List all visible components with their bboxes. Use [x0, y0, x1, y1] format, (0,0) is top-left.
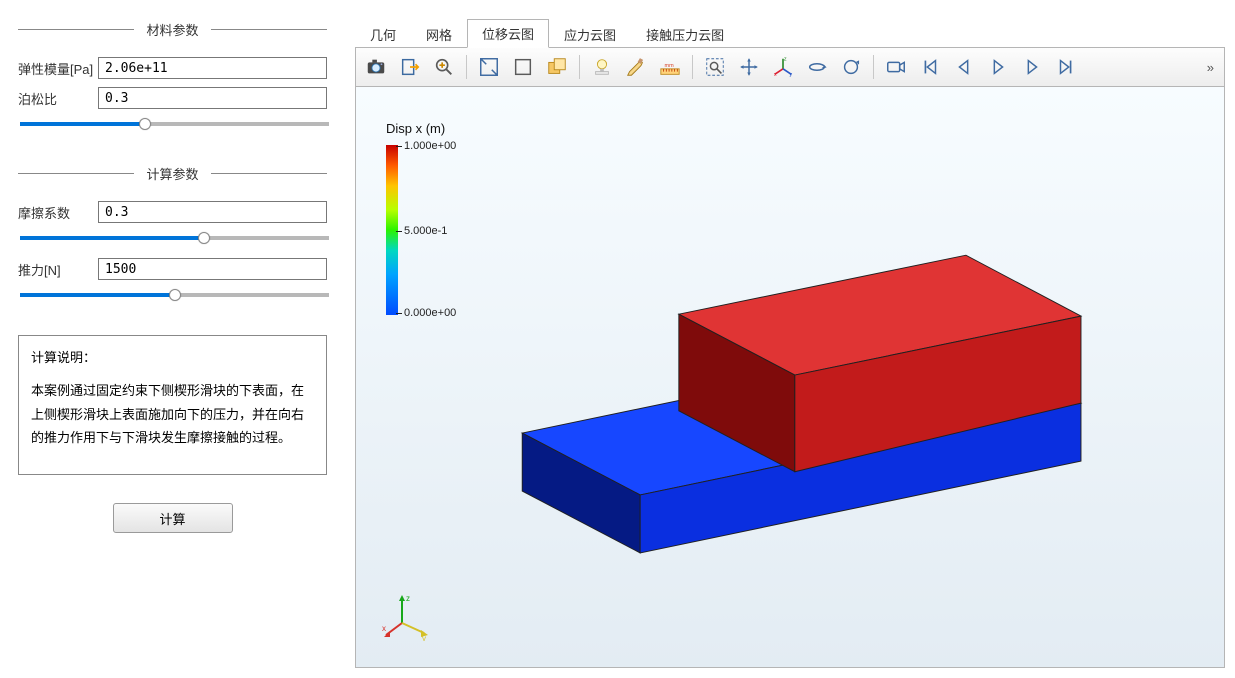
- poisson-slider[interactable]: [20, 117, 329, 131]
- multi-box-icon[interactable]: [541, 52, 573, 82]
- brush-icon[interactable]: [620, 52, 652, 82]
- force-label: 推力[N]: [18, 260, 98, 279]
- tab-contact-pressure[interactable]: 接触压力云图: [631, 20, 739, 48]
- friction-label: 摩擦系数: [18, 203, 98, 222]
- friction-slider[interactable]: [20, 231, 329, 245]
- skip-first-icon[interactable]: [914, 52, 946, 82]
- toolbar-divider: [873, 55, 874, 79]
- video-icon[interactable]: [880, 52, 912, 82]
- tab-displacement[interactable]: 位移云图: [467, 19, 549, 48]
- viewport-3d[interactable]: Disp x (m) 1.000e+00 5.000e-1 0.000e+00: [355, 87, 1225, 668]
- zoom-plus-icon[interactable]: [428, 52, 460, 82]
- step-back-icon[interactable]: [948, 52, 980, 82]
- lightbulb-icon[interactable]: [586, 52, 618, 82]
- poisson-label: 泊松比: [18, 89, 98, 108]
- description-box: 计算说明： 本案例通过固定约束下侧楔形滑块的下表面，在上侧楔形滑块上表面施加向下…: [18, 335, 327, 475]
- toolbar-divider: [466, 55, 467, 79]
- zoom-area-icon[interactable]: [699, 52, 731, 82]
- main-area: 几何 网格 位移云图 应力云图 接触压力云图 mm z x y: [345, 0, 1235, 678]
- friction-row: 摩擦系数: [18, 201, 327, 223]
- svg-text:mm: mm: [665, 63, 675, 69]
- axes-icon[interactable]: z x y: [767, 52, 799, 82]
- friction-input[interactable]: [98, 201, 327, 223]
- scene-svg: [356, 87, 1224, 667]
- compute-params-legend: 计算参数: [134, 164, 210, 183]
- young-modulus-label: 弹性模量[Pa]: [18, 59, 98, 78]
- pan-icon[interactable]: [733, 52, 765, 82]
- svg-text:x: x: [774, 72, 777, 78]
- play-icon[interactable]: [982, 52, 1014, 82]
- poisson-input[interactable]: [98, 87, 327, 109]
- tab-mesh[interactable]: 网格: [411, 20, 467, 48]
- svg-text:y: y: [789, 72, 792, 78]
- material-params-legend: 材料参数: [134, 20, 210, 39]
- toolbar-overflow-button[interactable]: »: [1201, 60, 1220, 75]
- camera-icon[interactable]: [360, 52, 392, 82]
- toolbar-divider: [692, 55, 693, 79]
- young-modulus-row: 弹性模量[Pa]: [18, 57, 327, 79]
- poisson-row: 泊松比: [18, 87, 327, 109]
- force-row: 推力[N]: [18, 258, 327, 280]
- rotate-y-icon[interactable]: [801, 52, 833, 82]
- force-input[interactable]: [98, 258, 327, 280]
- ruler-icon[interactable]: mm: [654, 52, 686, 82]
- orientation-triad-icon: z x y: [382, 593, 430, 641]
- svg-text:z: z: [784, 57, 787, 63]
- skip-last-icon[interactable]: [1050, 52, 1082, 82]
- toolbar: mm z x y »: [355, 47, 1225, 87]
- svg-text:y: y: [422, 634, 426, 641]
- tab-bar: 几何 网格 位移云图 应力云图 接触压力云图: [355, 18, 1225, 47]
- compute-params-group: 计算参数 摩擦系数 推力[N]: [18, 164, 327, 315]
- tab-stress[interactable]: 应力云图: [549, 20, 631, 48]
- outline-box-icon[interactable]: [507, 52, 539, 82]
- sidebar: 材料参数 弹性模量[Pa] 泊松比 计算参数 摩擦系数: [0, 0, 345, 678]
- description-title: 计算说明：: [31, 346, 314, 369]
- description-body: 本案例通过固定约束下侧楔形滑块的下表面，在上侧楔形滑块上表面施加向下的压力，并在…: [31, 379, 314, 449]
- force-slider[interactable]: [20, 288, 329, 302]
- fit-view-icon[interactable]: [473, 52, 505, 82]
- svg-text:x: x: [382, 624, 386, 633]
- export-icon[interactable]: [394, 52, 426, 82]
- tab-geometry[interactable]: 几何: [355, 20, 411, 48]
- step-forward-icon[interactable]: [1016, 52, 1048, 82]
- material-params-group: 材料参数 弹性模量[Pa] 泊松比: [18, 20, 327, 144]
- svg-text:z: z: [406, 594, 410, 603]
- rotate-z-icon[interactable]: [835, 52, 867, 82]
- young-modulus-input[interactable]: [98, 57, 327, 79]
- compute-button[interactable]: 计算: [113, 503, 233, 533]
- toolbar-divider: [579, 55, 580, 79]
